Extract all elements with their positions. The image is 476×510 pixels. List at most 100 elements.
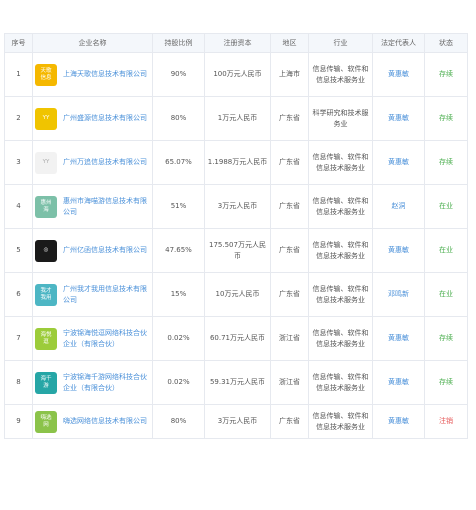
company-name-link[interactable]: 广州亿函信息技术有限公司 bbox=[63, 245, 147, 256]
registered-capital: 175.507万元人民币 bbox=[204, 228, 271, 273]
region: 上海市 bbox=[270, 52, 309, 97]
registered-capital: 60.71万元人民币 bbox=[204, 316, 271, 361]
company-cell: 海千 游宁波锦海千游网络科技合伙企业（有限合伙） bbox=[32, 360, 153, 405]
table-header-row: 序号 企业名称 持股比例 注册资本 地区 行业 法定代表人 状态 bbox=[4, 33, 468, 53]
shareholding-table: 序号 企业名称 持股比例 注册资本 地区 行业 法定代表人 状态 1 天歌 信息上… bbox=[4, 33, 468, 439]
header-ratio: 持股比例 bbox=[152, 33, 205, 53]
row-index: 3 bbox=[4, 140, 33, 185]
region: 广东省 bbox=[270, 404, 309, 439]
legal-rep-link[interactable]: 黄惠敏 bbox=[388, 246, 409, 254]
shareholding-ratio: 80% bbox=[152, 404, 205, 439]
status-badge: 存续 bbox=[439, 334, 453, 343]
status-cell: 存续 bbox=[424, 316, 468, 361]
company-name-link[interactable]: 惠州市海喵游信息技术有限公司 bbox=[63, 196, 150, 217]
company-name-link[interactable]: 宁波锦海悦逗网络科技合伙企业（有限合伙） bbox=[63, 328, 150, 349]
company-wrap: ◎ 广州亿函信息技术有限公司 bbox=[35, 239, 150, 262]
row-index: 5 bbox=[4, 228, 33, 273]
company-logo[interactable]: YY bbox=[35, 107, 57, 130]
region: 浙江省 bbox=[270, 316, 309, 361]
header-index: 序号 bbox=[4, 33, 33, 53]
status-cell: 存续 bbox=[424, 52, 468, 97]
company-cell: YY 广州万追信息技术有限公司 bbox=[32, 140, 153, 185]
row-index: 8 bbox=[4, 360, 33, 405]
company-name-link[interactable]: 广州我才我用信息技术有限公司 bbox=[63, 284, 150, 305]
status-badge: 存续 bbox=[439, 70, 453, 79]
company-logo[interactable]: ◎ bbox=[35, 239, 57, 262]
shareholding-ratio: 0.02% bbox=[152, 360, 205, 405]
status-cell: 在业 bbox=[424, 228, 468, 273]
table-row: 2 YY 广州盛源信息技术有限公司 80% 1万元人民币 广东省 科学研究和技术服务业 黄惠敏… bbox=[4, 96, 468, 141]
company-wrap: 嗨选 网嗨选网络信息技术有限公司 bbox=[35, 410, 150, 433]
legal-rep-cell: 邓鸣新 bbox=[372, 272, 425, 317]
legal-rep-link[interactable]: 黄惠敏 bbox=[388, 334, 409, 342]
page: 序号 企业名称 持股比例 注册资本 地区 行业 法定代表人 状态 1 天歌 信息上… bbox=[0, 33, 476, 510]
header-industry: 行业 bbox=[308, 33, 373, 53]
company-name-link[interactable]: 广州盛源信息技术有限公司 bbox=[63, 113, 147, 124]
company-logo[interactable]: 天歌 信息 bbox=[35, 63, 57, 86]
row-index: 2 bbox=[4, 96, 33, 141]
legal-rep-link[interactable]: 黄惠敏 bbox=[388, 70, 409, 78]
row-index: 7 bbox=[4, 316, 33, 361]
status-cell: 在业 bbox=[424, 272, 468, 317]
company-logo[interactable]: 我才 我用 bbox=[35, 283, 57, 306]
header-status: 状态 bbox=[424, 33, 468, 53]
row-index: 6 bbox=[4, 272, 33, 317]
status-cell: 在业 bbox=[424, 184, 468, 229]
region: 广东省 bbox=[270, 140, 309, 185]
status-cell: 存续 bbox=[424, 360, 468, 405]
company-logo[interactable]: 嗨选 网 bbox=[35, 410, 57, 433]
company-logo[interactable]: YY bbox=[35, 151, 57, 174]
status-cell: 存续 bbox=[424, 96, 468, 141]
company-wrap: 我才 我用 广州我才我用信息技术有限公司 bbox=[35, 283, 150, 306]
table-row: 7 海悦 逗宁波锦海悦逗网络科技合伙企业（有限合伙） 0.02% 60.71万元人民币… bbox=[4, 316, 468, 361]
table-body: 1 天歌 信息 上海天歌信息技术有限公司 90% 100万元人民币 上海市 信息传输、软件和… bbox=[4, 52, 468, 439]
registered-capital: 10万元人民币 bbox=[204, 272, 271, 317]
company-name-link[interactable]: 上海天歌信息技术有限公司 bbox=[63, 69, 147, 80]
company-wrap: 海悦 逗宁波锦海悦逗网络科技合伙企业（有限合伙） bbox=[35, 327, 150, 350]
table-row: 4 惠州 海惠州市海喵游信息技术有限公司 51% 3万元人民币 广东省 信息传输、软件和信… bbox=[4, 184, 468, 229]
legal-rep-link[interactable]: 黄惠敏 bbox=[388, 378, 409, 386]
company-logo[interactable]: 海悦 逗 bbox=[35, 327, 57, 350]
company-logo[interactable]: 惠州 海 bbox=[35, 195, 57, 218]
shareholding-ratio: 0.02% bbox=[152, 316, 205, 361]
company-wrap: 天歌 信息 上海天歌信息技术有限公司 bbox=[35, 63, 150, 86]
status-badge: 存续 bbox=[439, 378, 453, 387]
status-badge: 存续 bbox=[439, 158, 453, 167]
company-name-link[interactable]: 宁波锦海千游网络科技合伙企业（有限合伙） bbox=[63, 372, 150, 393]
header-company: 企业名称 bbox=[32, 33, 153, 53]
company-cell: 嗨选 网嗨选网络信息技术有限公司 bbox=[32, 404, 153, 439]
registered-capital: 1万元人民币 bbox=[204, 96, 271, 141]
table-row: 9 嗨选 网嗨选网络信息技术有限公司 80% 3万元人民币 广东省 信息传输、软件和信息技… bbox=[4, 404, 468, 439]
company-cell: 天歌 信息 上海天歌信息技术有限公司 bbox=[32, 52, 153, 97]
status-cell: 注销 bbox=[424, 404, 468, 439]
legal-rep-link[interactable]: 黄惠敏 bbox=[388, 417, 409, 425]
company-logo[interactable]: 海千 游 bbox=[35, 371, 57, 394]
legal-rep-link[interactable]: 黄惠敏 bbox=[388, 114, 409, 122]
company-cell: ◎ 广州亿函信息技术有限公司 bbox=[32, 228, 153, 273]
legal-rep-link[interactable]: 黄惠敏 bbox=[388, 158, 409, 166]
shareholding-ratio: 65.07% bbox=[152, 140, 205, 185]
header-capital: 注册资本 bbox=[204, 33, 271, 53]
region: 浙江省 bbox=[270, 360, 309, 405]
legal-rep-cell: 黄惠敏 bbox=[372, 96, 425, 141]
table-row: 3 YY 广州万追信息技术有限公司 65.07% 1.1988万元人民币 广东省 信息传输、… bbox=[4, 140, 468, 185]
status-badge: 注销 bbox=[439, 417, 453, 426]
row-index: 9 bbox=[4, 404, 33, 439]
company-cell: 海悦 逗宁波锦海悦逗网络科技合伙企业（有限合伙） bbox=[32, 316, 153, 361]
company-name-link[interactable]: 嗨选网络信息技术有限公司 bbox=[63, 416, 147, 427]
status-badge: 存续 bbox=[439, 114, 453, 123]
legal-rep-cell: 黄惠敏 bbox=[372, 404, 425, 439]
legal-rep-link[interactable]: 赵洞 bbox=[392, 202, 406, 210]
region: 广东省 bbox=[270, 228, 309, 273]
table-row: 8 海千 游宁波锦海千游网络科技合伙企业（有限合伙） 0.02% 59.31万元人民币… bbox=[4, 360, 468, 405]
company-name-link[interactable]: 广州万追信息技术有限公司 bbox=[63, 157, 147, 168]
status-badge: 在业 bbox=[439, 290, 453, 299]
legal-rep-cell: 黄惠敏 bbox=[372, 52, 425, 97]
company-wrap: 海千 游宁波锦海千游网络科技合伙企业（有限合伙） bbox=[35, 371, 150, 394]
shareholding-ratio: 90% bbox=[152, 52, 205, 97]
legal-rep-link[interactable]: 邓鸣新 bbox=[388, 290, 409, 298]
row-index: 1 bbox=[4, 52, 33, 97]
industry: 信息传输、软件和信息技术服务业 bbox=[308, 272, 373, 317]
shareholding-ratio: 47.65% bbox=[152, 228, 205, 273]
legal-rep-cell: 黄惠敏 bbox=[372, 316, 425, 361]
